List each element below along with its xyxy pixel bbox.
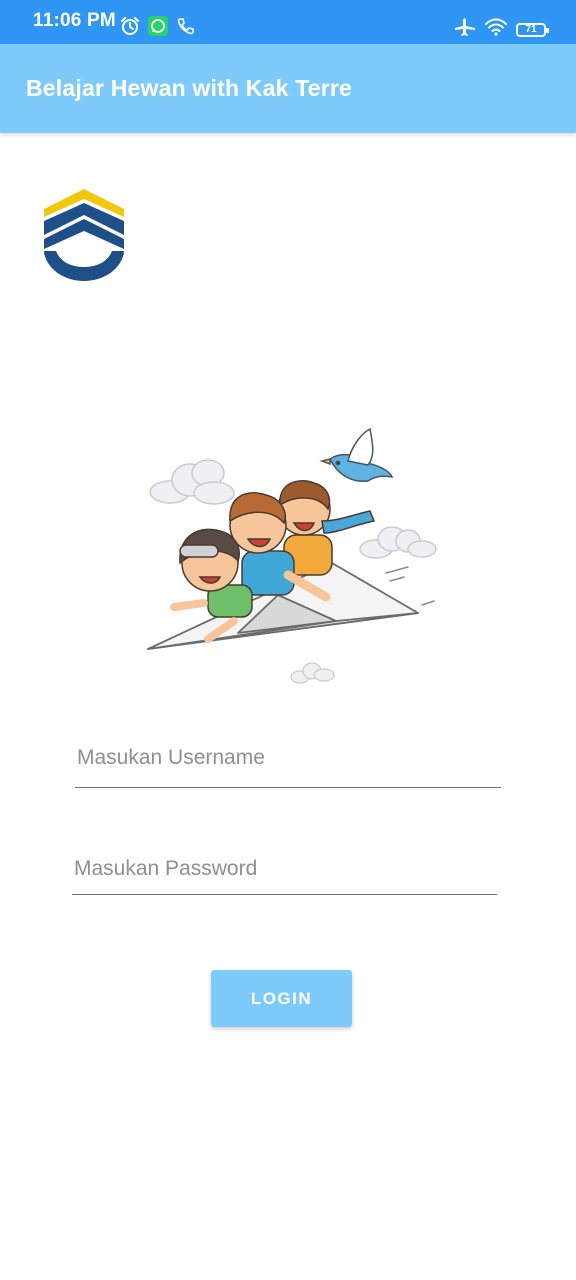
status-bar: 11:06 PM 71 [0,0,576,44]
whatsapp-icon [148,16,168,41]
login-screen: 11:06 PM 71 Belajar Hewan with Kak Terre… [0,0,576,1280]
cloud-left [149,459,235,505]
cloud-bottom [290,662,335,684]
password-input[interactable] [72,857,497,881]
wifi-icon [484,17,508,42]
app-bar: Belajar Hewan with Kak Terre [0,44,576,133]
kids-paper-plane-illustration [138,425,440,687]
status-time: 11:06 PM [33,10,116,31]
app-logo [42,187,126,281]
login-button[interactable]: LOGIN [211,970,352,1027]
phone-call-icon [176,16,196,41]
airplane-mode-icon [454,17,476,42]
username-input[interactable] [75,746,501,770]
battery-icon: 71 [516,22,549,37]
battery-level: 71 [525,24,537,35]
app-title: Belajar Hewan with Kak Terre [26,75,353,101]
password-field[interactable] [72,857,497,895]
cloud-right [359,526,437,559]
alarm-icon [120,16,140,41]
status-icons-left [120,16,196,41]
status-icons-right: 71 [454,17,549,42]
bird [319,427,394,483]
username-field[interactable] [75,746,501,788]
